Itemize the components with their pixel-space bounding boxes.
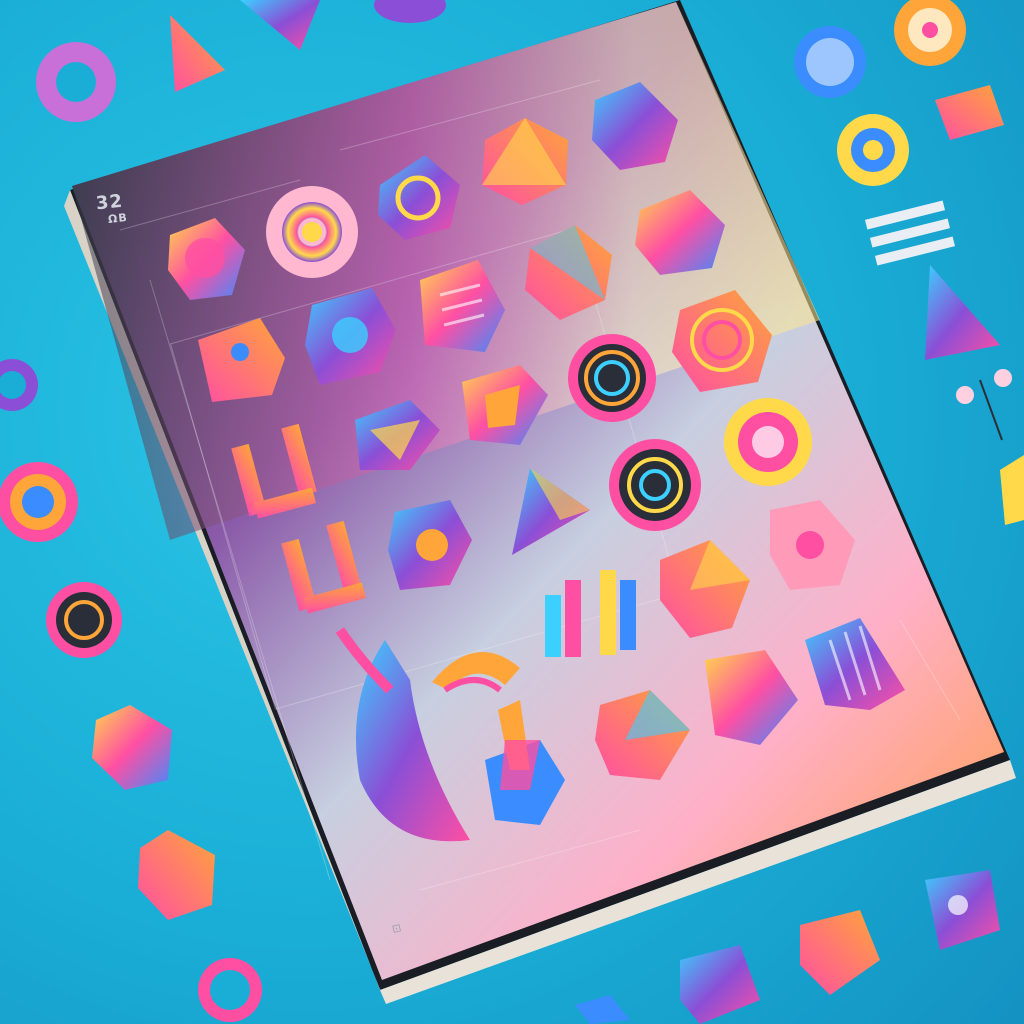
cover-number-sub: ΩΒ xyxy=(107,211,129,226)
illustration xyxy=(0,0,1024,1024)
